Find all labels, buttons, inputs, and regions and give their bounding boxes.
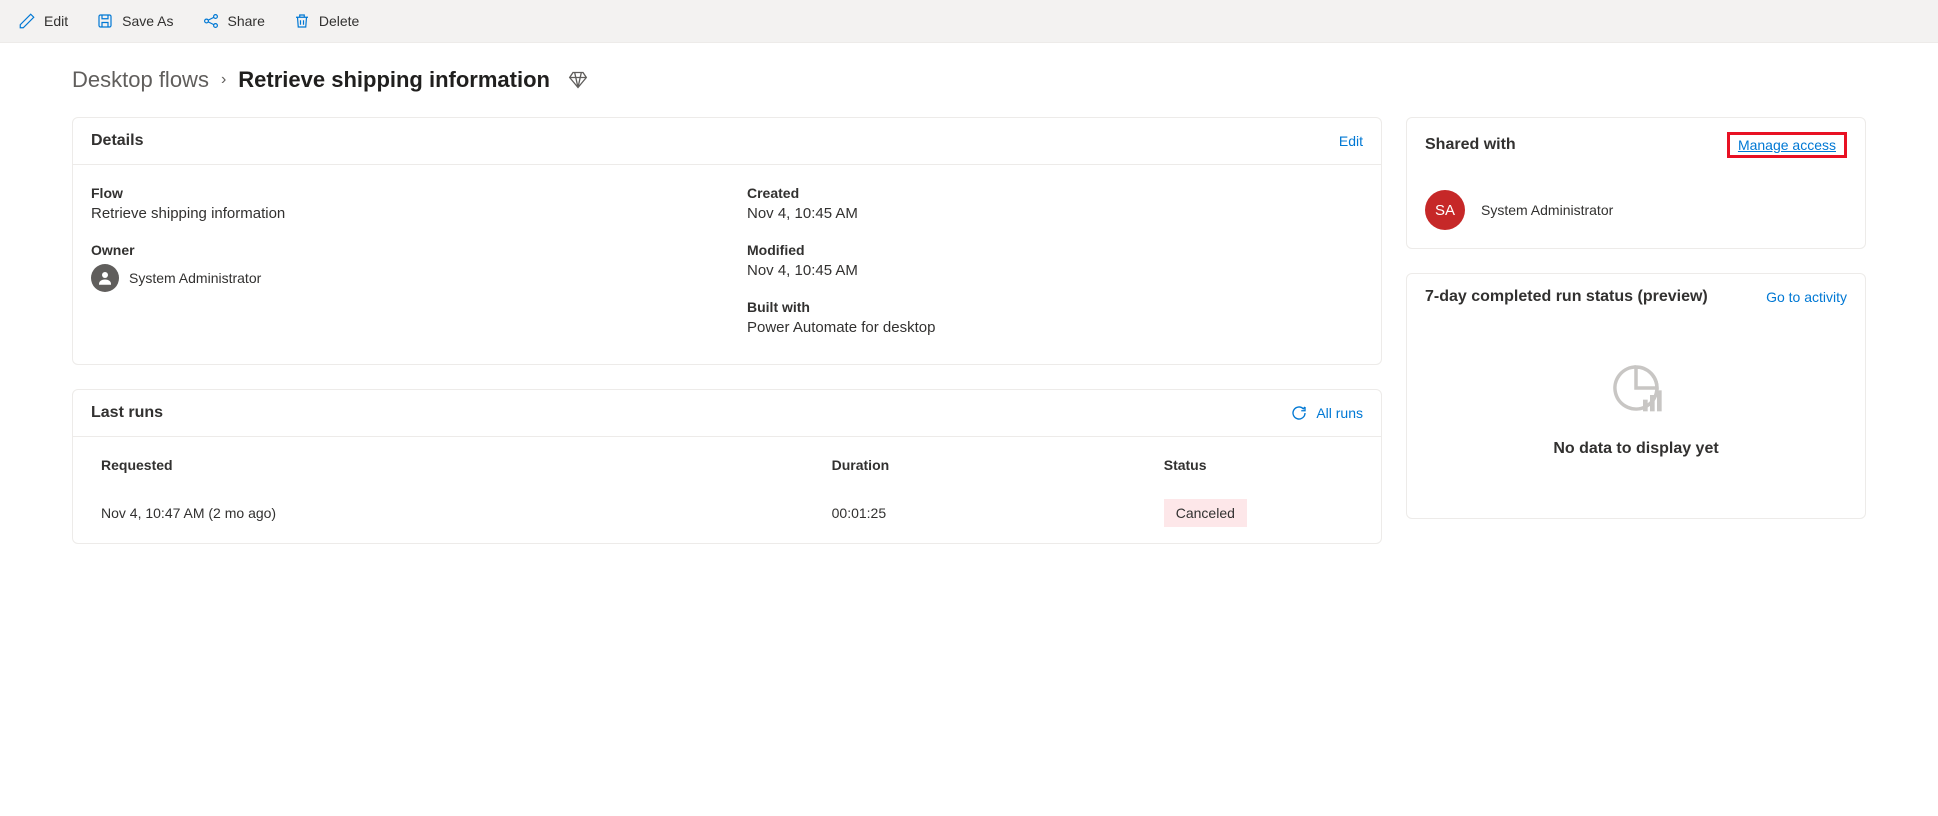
details-right: Created Nov 4, 10:45 AM Modified Nov 4, … bbox=[747, 185, 1363, 336]
details-edit-link[interactable]: Edit bbox=[1339, 133, 1363, 149]
col-requested-header: Requested bbox=[91, 457, 832, 473]
save-as-button[interactable]: Save As bbox=[94, 8, 175, 34]
runs-table-head: Requested Duration Status bbox=[73, 437, 1381, 487]
table-row[interactable]: Nov 4, 10:47 AM (2 mo ago) 00:01:25 Canc… bbox=[73, 487, 1381, 543]
flow-field: Flow Retrieve shipping information bbox=[91, 185, 707, 222]
details-title: Details bbox=[91, 132, 143, 150]
manage-access-highlight: Manage access bbox=[1727, 132, 1847, 158]
modified-field: Modified Nov 4, 10:45 AM bbox=[747, 242, 1363, 279]
share-label: Share bbox=[228, 13, 265, 29]
owner-row: System Administrator bbox=[91, 264, 707, 292]
row-status: Canceled bbox=[1164, 499, 1363, 527]
breadcrumb: Desktop flows › Retrieve shipping inform… bbox=[72, 67, 1866, 93]
shared-card: Shared with Manage access SA System Admi… bbox=[1406, 117, 1866, 249]
details-left: Flow Retrieve shipping information Owner… bbox=[91, 185, 707, 336]
details-header: Details Edit bbox=[73, 118, 1381, 165]
avatar bbox=[91, 264, 119, 292]
page-content: Desktop flows › Retrieve shipping inform… bbox=[0, 43, 1938, 568]
trash-icon bbox=[293, 12, 311, 30]
runstatus-card: 7-day completed run status (preview) Go … bbox=[1406, 273, 1866, 519]
go-to-activity-link[interactable]: Go to activity bbox=[1766, 289, 1847, 305]
shared-body: SA System Administrator bbox=[1407, 172, 1865, 248]
delete-label: Delete bbox=[319, 13, 359, 29]
runs-title: Last runs bbox=[91, 404, 163, 422]
pie-bar-chart-icon bbox=[1608, 360, 1664, 416]
details-body: Flow Retrieve shipping information Owner… bbox=[73, 165, 1381, 364]
no-data-text: No data to display yet bbox=[1553, 440, 1718, 458]
share-icon bbox=[202, 12, 220, 30]
edit-label: Edit bbox=[44, 13, 68, 29]
main-column: Details Edit Flow Retrieve shipping info… bbox=[72, 117, 1382, 544]
breadcrumb-current: Retrieve shipping information bbox=[238, 67, 550, 93]
row-requested: Nov 4, 10:47 AM (2 mo ago) bbox=[91, 505, 832, 521]
diamond-icon bbox=[568, 70, 588, 90]
shared-user-row: SA System Administrator bbox=[1425, 190, 1847, 230]
toolbar: Edit Save As Share Delete bbox=[0, 0, 1938, 43]
breadcrumb-parent[interactable]: Desktop flows bbox=[72, 67, 209, 93]
runs-card: Last runs All runs Requested Duration St… bbox=[72, 389, 1382, 544]
runs-table: Requested Duration Status Nov 4, 10:47 A… bbox=[73, 437, 1381, 543]
manage-access-link[interactable]: Manage access bbox=[1738, 137, 1836, 153]
owner-field: Owner System Administrator bbox=[91, 242, 707, 292]
status-badge: Canceled bbox=[1164, 499, 1247, 527]
chevron-right-icon: › bbox=[221, 71, 226, 89]
pencil-icon bbox=[18, 12, 36, 30]
save-as-label: Save As bbox=[122, 13, 173, 29]
created-label: Created bbox=[747, 185, 1363, 201]
delete-button[interactable]: Delete bbox=[291, 8, 361, 34]
modified-value: Nov 4, 10:45 AM bbox=[747, 262, 1363, 279]
details-card: Details Edit Flow Retrieve shipping info… bbox=[72, 117, 1382, 365]
flow-value: Retrieve shipping information bbox=[91, 205, 707, 222]
created-value: Nov 4, 10:45 AM bbox=[747, 205, 1363, 222]
runs-header: Last runs All runs bbox=[73, 390, 1381, 437]
all-runs-link[interactable]: All runs bbox=[1290, 404, 1363, 422]
shared-title: Shared with bbox=[1425, 136, 1516, 154]
all-runs-label: All runs bbox=[1316, 405, 1363, 421]
shared-user-name: System Administrator bbox=[1481, 202, 1613, 218]
col-duration-header: Duration bbox=[832, 457, 1164, 473]
save-icon bbox=[96, 12, 114, 30]
row-duration: 00:01:25 bbox=[832, 505, 1164, 521]
created-field: Created Nov 4, 10:45 AM bbox=[747, 185, 1363, 222]
edit-button[interactable]: Edit bbox=[16, 8, 70, 34]
built-field: Built with Power Automate for desktop bbox=[747, 299, 1363, 336]
refresh-icon bbox=[1290, 404, 1308, 422]
owner-label: Owner bbox=[91, 242, 707, 258]
layout: Details Edit Flow Retrieve shipping info… bbox=[72, 117, 1866, 544]
runstatus-header: 7-day completed run status (preview) Go … bbox=[1407, 274, 1865, 320]
built-label: Built with bbox=[747, 299, 1363, 315]
built-value: Power Automate for desktop bbox=[747, 319, 1363, 336]
side-column: Shared with Manage access SA System Admi… bbox=[1406, 117, 1866, 544]
runstatus-body: No data to display yet bbox=[1407, 320, 1865, 518]
person-icon bbox=[96, 269, 114, 287]
owner-value: System Administrator bbox=[129, 270, 261, 286]
shared-header: Shared with Manage access bbox=[1407, 118, 1865, 172]
runstatus-title: 7-day completed run status (preview) bbox=[1425, 288, 1708, 306]
col-status-header: Status bbox=[1164, 457, 1363, 473]
persona-avatar: SA bbox=[1425, 190, 1465, 230]
modified-label: Modified bbox=[747, 242, 1363, 258]
share-button[interactable]: Share bbox=[200, 8, 267, 34]
flow-label: Flow bbox=[91, 185, 707, 201]
